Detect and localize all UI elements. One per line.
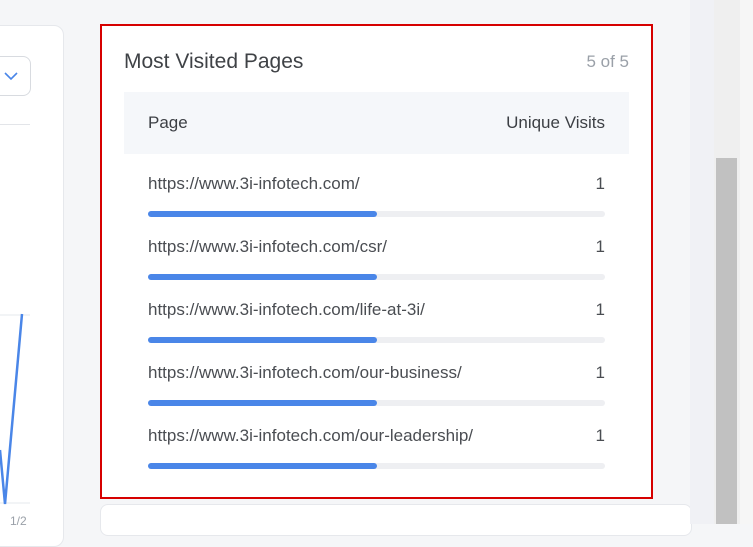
right-side-panel: [690, 0, 714, 524]
table-row: https://www.3i-infotech.com/our-business…: [148, 363, 607, 415]
progress-fill: [148, 463, 377, 469]
window-edge: [740, 0, 753, 524]
unique-visits-value: 1: [595, 237, 605, 256]
page-url[interactable]: https://www.3i-infotech.com/: [148, 174, 360, 194]
unique-visits-value: 1: [595, 426, 605, 445]
unique-visits-value: 1: [595, 300, 605, 319]
most-visited-pages-card: Most Visited Pages 5 of 5 Page Unique Vi…: [100, 24, 653, 499]
page-url[interactable]: https://www.3i-infotech.com/our-leadersh…: [148, 426, 473, 446]
progress-fill: [148, 400, 377, 406]
column-header-unique-visits: Unique Visits: [506, 113, 605, 132]
progress-track: [148, 274, 605, 280]
progress-track: [148, 211, 605, 217]
table-row: https://www.3i-infotech.com/our-leadersh…: [148, 426, 607, 478]
page-url[interactable]: https://www.3i-infotech.com/csr/: [148, 237, 387, 257]
progress-fill: [148, 211, 377, 217]
pagination-count: 5 of 5: [586, 52, 629, 71]
left-divider: [0, 124, 30, 125]
column-header-page: Page: [148, 113, 188, 132]
card-header: Most Visited Pages 5 of 5: [124, 50, 629, 80]
left-line-chart: [0, 313, 30, 505]
table-row: https://www.3i-infotech.com/csr/ 1: [148, 237, 607, 289]
progress-track: [148, 400, 605, 406]
unique-visits-value: 1: [595, 174, 605, 193]
progress-track: [148, 463, 605, 469]
progress-fill: [148, 274, 377, 280]
progress-track: [148, 337, 605, 343]
progress-fill: [148, 337, 377, 343]
unique-visits-value: 1: [595, 363, 605, 382]
page-url[interactable]: https://www.3i-infotech.com/our-business…: [148, 363, 462, 383]
chevron-down-icon: [4, 71, 18, 81]
table-row: https://www.3i-infotech.com/ 1: [148, 174, 607, 226]
left-dropdown[interactable]: [0, 56, 31, 96]
card-title: Most Visited Pages: [124, 50, 304, 73]
left-axis-label: 1/2: [10, 514, 27, 528]
page-url[interactable]: https://www.3i-infotech.com/life-at-3i/: [148, 300, 425, 320]
next-card: [100, 504, 692, 536]
table-row: https://www.3i-infotech.com/life-at-3i/ …: [148, 300, 607, 352]
scrollbar-thumb[interactable]: [716, 158, 737, 524]
table-header: Page Unique Visits: [124, 92, 629, 154]
